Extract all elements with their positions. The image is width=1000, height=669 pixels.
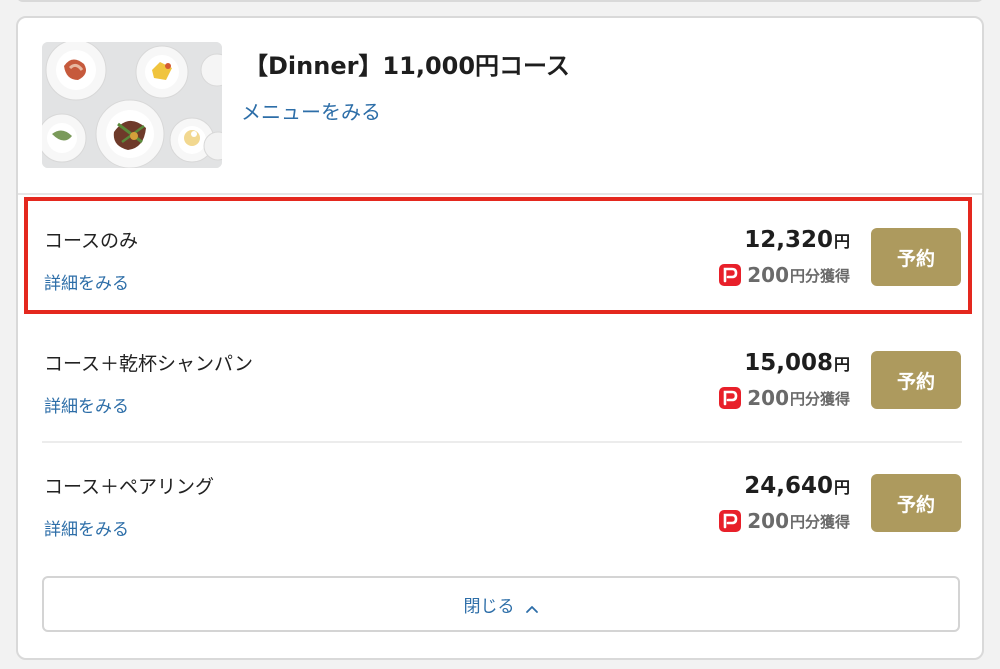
reserve-button[interactable]: 予約 bbox=[871, 228, 961, 286]
view-menu-link[interactable]: メニューをみる bbox=[241, 96, 381, 125]
plan-row-course-only: コースのみ 詳細をみる 12,320円 200 円分獲得 予約 bbox=[18, 198, 982, 318]
points-suffix: 円分獲得 bbox=[789, 512, 850, 531]
chevron-up-icon bbox=[525, 599, 539, 613]
price-currency: 円 bbox=[833, 478, 850, 497]
price-currency: 円 bbox=[833, 355, 850, 374]
plan-name: コース＋ペアリング bbox=[44, 476, 215, 498]
close-button[interactable]: 閉じる bbox=[42, 576, 960, 632]
price-value: 24,640 bbox=[744, 473, 833, 499]
price-value: 12,320 bbox=[744, 227, 833, 253]
course-header: 【Dinner】11,000円コース メニューをみる bbox=[18, 18, 982, 194]
price-currency: 円 bbox=[833, 232, 850, 251]
price: 15,008円 bbox=[744, 350, 850, 376]
plan-name: コース＋乾杯シャンパン bbox=[44, 353, 254, 375]
price-value: 15,008 bbox=[744, 350, 833, 376]
points-reward: 200 円分獲得 bbox=[719, 386, 850, 410]
paypay-icon bbox=[719, 510, 742, 532]
previous-card-edge bbox=[16, 0, 984, 2]
points-value: 200 bbox=[747, 509, 789, 533]
reserve-button[interactable]: 予約 bbox=[871, 474, 961, 532]
course-card: 【Dinner】11,000円コース メニューをみる コースのみ 詳細をみる 1… bbox=[16, 16, 984, 660]
paypay-icon bbox=[719, 387, 742, 409]
points-suffix: 円分獲得 bbox=[789, 266, 850, 285]
details-link[interactable]: 詳細をみる bbox=[44, 392, 129, 417]
paypay-icon bbox=[719, 264, 742, 286]
details-link[interactable]: 詳細をみる bbox=[44, 515, 129, 540]
price: 24,640円 bbox=[744, 473, 850, 499]
divider bbox=[18, 193, 982, 195]
points-value: 200 bbox=[747, 263, 789, 287]
dinner-course-photo-icon bbox=[42, 42, 222, 168]
course-title: 【Dinner】11,000円コース bbox=[244, 52, 570, 80]
plan-row-course-pairing: コース＋ペアリング 詳細をみる 24,640円 200 円分獲得 予約 bbox=[18, 444, 982, 564]
close-label: 閉じる bbox=[463, 596, 515, 617]
plan-name: コースのみ bbox=[44, 230, 139, 252]
points-reward: 200 円分獲得 bbox=[719, 263, 850, 287]
plan-row-course-champagne: コース＋乾杯シャンパン 詳細をみる 15,008円 200 円分獲得 予約 bbox=[18, 321, 982, 441]
divider bbox=[42, 441, 962, 443]
points-suffix: 円分獲得 bbox=[789, 389, 850, 408]
points-value: 200 bbox=[747, 386, 789, 410]
price: 12,320円 bbox=[744, 227, 850, 253]
points-reward: 200 円分獲得 bbox=[719, 509, 850, 533]
reserve-button[interactable]: 予約 bbox=[871, 351, 961, 409]
details-link[interactable]: 詳細をみる bbox=[44, 269, 129, 294]
course-photo[interactable] bbox=[42, 42, 222, 168]
